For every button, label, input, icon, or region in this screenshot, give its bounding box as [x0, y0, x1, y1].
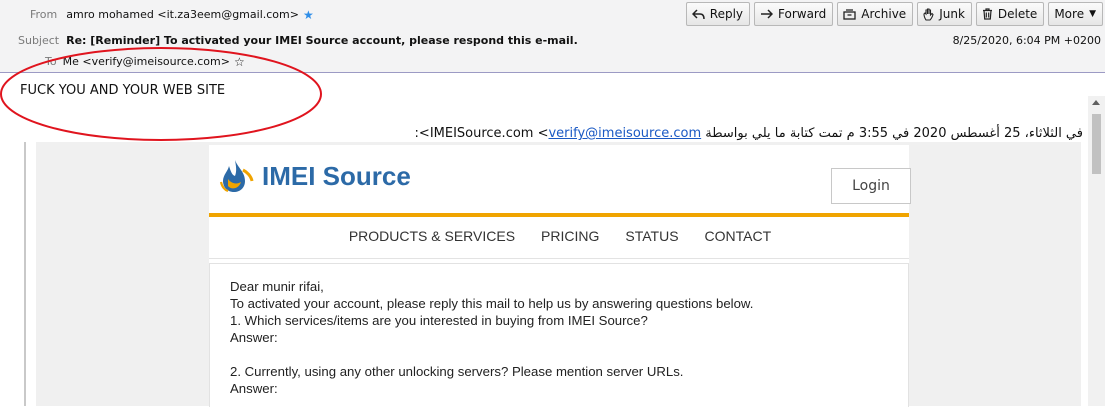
- imei-source-logo[interactable]: IMEI Source: [219, 158, 411, 194]
- scrollbar[interactable]: [1088, 96, 1105, 406]
- more-button[interactable]: More ▼: [1048, 2, 1103, 26]
- nav-pricing[interactable]: PRICING: [541, 228, 599, 244]
- junk-label: Junk: [939, 7, 965, 21]
- scrollbar-thumb[interactable]: [1092, 114, 1101, 174]
- message-toolbar: Reply Forward Archive Junk Delete More ▼: [685, 2, 1103, 26]
- more-label: More: [1054, 7, 1085, 21]
- nav-divider: [209, 258, 909, 259]
- reply-button[interactable]: Reply: [685, 2, 751, 26]
- forward-icon: [761, 8, 774, 19]
- reply-icon: [691, 8, 705, 19]
- from-label: From: [30, 8, 58, 21]
- letter-line: Answer:: [230, 330, 278, 345]
- quote-attribution-end: >:: [414, 126, 430, 141]
- quote-attribution-text: في الثلاثاء، 25 أغسطس 2020 في 3:55 م تمت…: [429, 126, 1083, 141]
- letter-line: Answer:: [230, 381, 278, 396]
- delete-label: Delete: [997, 7, 1038, 21]
- chevron-down-icon: ▼: [1089, 9, 1096, 19]
- junk-button[interactable]: Junk: [917, 2, 972, 26]
- letter-line: 1. Which services/items are you interest…: [230, 313, 648, 328]
- star-filled-icon[interactable]: ★: [303, 9, 314, 21]
- logo-text: IMEI Source: [262, 160, 411, 191]
- letter-line: 2. Currently, using any other unlocking …: [230, 364, 684, 379]
- nav-contact[interactable]: CONTACT: [705, 228, 772, 244]
- junk-icon: [923, 7, 934, 21]
- trash-icon: [982, 8, 992, 20]
- nav-status[interactable]: STATUS: [625, 228, 678, 244]
- letter-text: Dear munir rifai, To activated your accou…: [230, 278, 753, 397]
- quote-attribution: في الثلاثاء، 25 أغسطس 2020 في 3:55 م تمت…: [415, 126, 1083, 141]
- letter-panel: Dear munir rifai, To activated your accou…: [209, 263, 909, 407]
- delete-button[interactable]: Delete: [975, 2, 1045, 26]
- site-nav: PRODUCTS & SERVICES PRICING STATUS CONTA…: [209, 228, 909, 244]
- forward-button[interactable]: Forward: [754, 2, 834, 26]
- letter-line: [230, 346, 753, 363]
- from-address[interactable]: amro mohamed <it.za3eem@gmail.com>: [66, 8, 299, 21]
- drop-logo-icon: [219, 160, 254, 193]
- nav-products-services[interactable]: PRODUCTS & SERVICES: [349, 228, 515, 244]
- login-button[interactable]: Login: [831, 168, 911, 204]
- archive-icon: [843, 8, 856, 20]
- quote-email-link[interactable]: verify@imeisource.com: [548, 126, 701, 141]
- letter-line: Dear munir rifai,: [230, 279, 324, 294]
- red-ellipse-annotation: [0, 47, 322, 141]
- from-row: From amro mohamed <it.za3eem@gmail.com> …: [30, 8, 314, 21]
- forward-label: Forward: [778, 7, 827, 21]
- archive-button[interactable]: Archive: [837, 2, 914, 26]
- archive-label: Archive: [861, 7, 907, 21]
- message-date: 8/25/2020, 6:04 PM +0200: [952, 34, 1101, 47]
- reply-label: Reply: [709, 7, 744, 21]
- accent-divider: [209, 213, 909, 217]
- quoted-email-card: IMEI Source Login PRODUCTS & SERVICES PR…: [209, 145, 911, 407]
- scroll-up-arrow-icon[interactable]: [1092, 100, 1100, 105]
- letter-line: To activated your account, please reply …: [230, 296, 754, 311]
